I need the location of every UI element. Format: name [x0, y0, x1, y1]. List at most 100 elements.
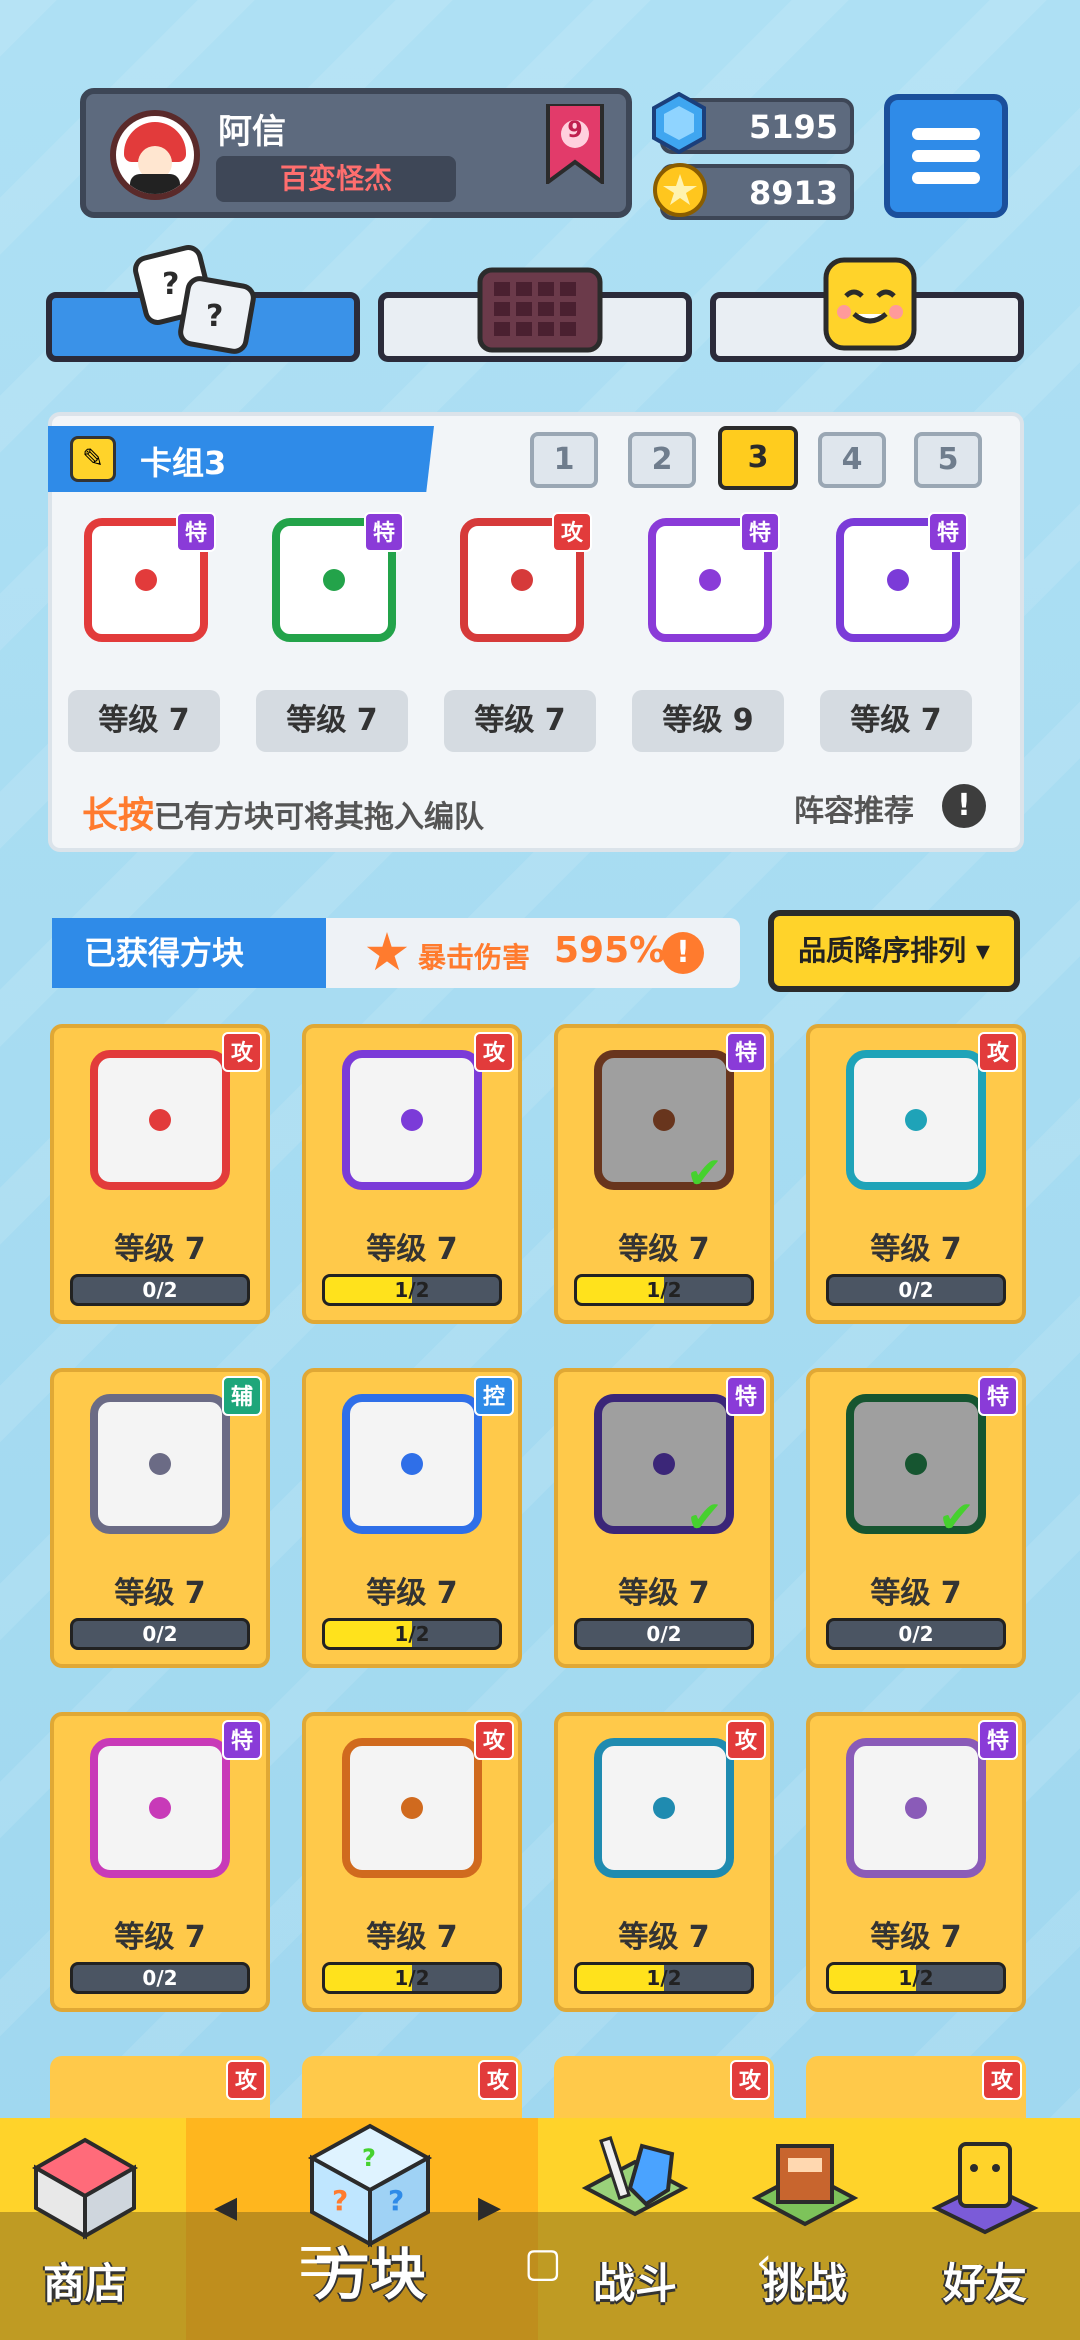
- pencil-icon[interactable]: ✎: [70, 436, 116, 482]
- progress-text: 0/2: [142, 1622, 178, 1646]
- block-card[interactable]: ✔ 特等级 7 1/2: [554, 1024, 774, 1324]
- block-level: 等级 7: [870, 1920, 962, 1955]
- upgrade-progress-bar: 0/2: [70, 1618, 250, 1650]
- nav-blocks-label: 方块: [314, 2243, 426, 2308]
- progress-text: 0/2: [898, 1278, 934, 1302]
- rank-number: 9: [567, 118, 583, 143]
- progress-text: 0/2: [898, 1622, 934, 1646]
- info-icon[interactable]: !: [942, 784, 986, 828]
- deck-card-level: 等级 9: [632, 690, 784, 752]
- sort-dropdown[interactable]: 品质降序排列 ▾: [768, 910, 1020, 992]
- nav-blocks[interactable]: ? ? ? 方块: [250, 2118, 490, 2340]
- smile-face-icon: [823, 257, 917, 351]
- block-card-partial[interactable]: 攻: [302, 2056, 522, 2118]
- block-card[interactable]: 特等级 7 1/2: [806, 1712, 1026, 2012]
- type-tag: 攻: [474, 1032, 514, 1072]
- nav-left-arrow-icon[interactable]: ◀: [214, 2190, 237, 2225]
- block-card[interactable]: 辅等级 7 0/2: [50, 1368, 270, 1668]
- block-card[interactable]: 攻等级 7 0/2: [806, 1024, 1026, 1324]
- crit-info-icon[interactable]: !: [662, 932, 704, 974]
- deck-number-2[interactable]: 2: [628, 432, 696, 488]
- crit-label: 暴击伤害: [418, 941, 531, 974]
- type-tag: 控: [474, 1376, 514, 1416]
- nav-battle[interactable]: 战斗: [560, 2118, 710, 2340]
- block-card[interactable]: 攻等级 7 1/2: [554, 1712, 774, 2012]
- coins-value: 8913: [748, 174, 838, 212]
- type-tag: 特: [222, 1720, 262, 1760]
- block-tile: [846, 1050, 986, 1190]
- type-tag: 攻: [552, 512, 592, 552]
- gem-icon: [652, 92, 706, 154]
- crit-damage-panel[interactable]: 暴击伤害 595% !: [326, 918, 740, 988]
- block-card[interactable]: 控等级 7 1/2: [302, 1368, 522, 1668]
- deck-number-4[interactable]: 4: [818, 432, 886, 488]
- block-card[interactable]: 特等级 7 0/2: [50, 1712, 270, 2012]
- type-tag: 特: [176, 512, 216, 552]
- upgrade-progress-bar: 1/2: [322, 1618, 502, 1650]
- player-name: 阿信: [218, 112, 286, 152]
- block-core-icon: [905, 1797, 927, 1819]
- menu-button[interactable]: [884, 94, 1008, 218]
- block-tile: [342, 1738, 482, 1878]
- type-tag: 攻: [730, 2060, 770, 2100]
- nav-shop-label: 商店: [42, 2259, 127, 2308]
- sword-shield-icon: [581, 2136, 689, 2217]
- system-home-icon[interactable]: ▢: [524, 2240, 562, 2286]
- system-back-icon[interactable]: ‹: [756, 2240, 772, 2286]
- nav-right-arrow-icon[interactable]: ▶: [478, 2190, 501, 2225]
- block-card[interactable]: 攻等级 7 1/2: [302, 1024, 522, 1324]
- progress-text: 1/2: [646, 1966, 682, 1990]
- upgrade-progress-bar: 0/2: [70, 1274, 250, 1306]
- deck-number-5[interactable]: 5: [914, 432, 982, 488]
- ribbon-icon: [546, 102, 604, 186]
- block-level: 等级 7: [114, 1920, 206, 1955]
- crit-value: 595%: [554, 930, 666, 971]
- block-core-icon: [401, 1453, 423, 1475]
- block-core-icon: [323, 569, 345, 591]
- block-card[interactable]: ✔ 特等级 7 0/2: [554, 1368, 774, 1668]
- type-tag: 特: [726, 1032, 766, 1072]
- type-tag: 攻: [222, 1032, 262, 1072]
- deck-number-3[interactable]: 3: [718, 426, 798, 490]
- progress-text: 1/2: [898, 1966, 934, 1990]
- type-tag: 特: [364, 512, 404, 552]
- upgrade-progress-bar: 1/2: [322, 1962, 502, 1994]
- deck-title-bar[interactable]: ✎ 卡组3: [48, 426, 434, 492]
- block-tile: [342, 1394, 482, 1534]
- system-menu-icon[interactable]: ☰: [298, 2240, 334, 2286]
- block-card-partial[interactable]: 攻: [554, 2056, 774, 2118]
- progress-text: 1/2: [646, 1278, 682, 1302]
- block-level: 等级 7: [618, 1920, 710, 1955]
- deck-number-1[interactable]: 1: [530, 432, 598, 488]
- block-card-partial[interactable]: 攻: [806, 2056, 1026, 2118]
- nav-friends[interactable]: 好友: [900, 2118, 1070, 2340]
- profile-panel[interactable]: 阿信 百变怪杰 9: [80, 88, 632, 218]
- block-core-icon: [149, 1109, 171, 1131]
- deck-card[interactable]: 特: [822, 500, 972, 650]
- type-tag: 攻: [474, 1720, 514, 1760]
- lineup-recommend-label[interactable]: 阵容推荐: [794, 786, 914, 830]
- block-tile: [90, 1394, 230, 1534]
- block-core-icon: [699, 569, 721, 591]
- deck-card[interactable]: 特: [70, 500, 220, 650]
- block-card[interactable]: ✔ 特等级 7 0/2: [806, 1368, 1026, 1668]
- block-card[interactable]: 攻等级 7 1/2: [302, 1712, 522, 2012]
- dice-icon: ? ?: [133, 245, 256, 354]
- deck-card[interactable]: 攻: [446, 500, 596, 650]
- block-card-partial[interactable]: 攻: [50, 2056, 270, 2118]
- block-tile: [846, 1738, 986, 1878]
- block-card[interactable]: 攻等级 7 0/2: [50, 1024, 270, 1324]
- block-level: 等级 7: [366, 1232, 458, 1267]
- type-tag: 攻: [478, 2060, 518, 2100]
- svg-text:?: ?: [362, 2144, 376, 2172]
- deck-card[interactable]: 特: [258, 500, 408, 650]
- nav-challenge[interactable]: 挑战: [730, 2118, 880, 2340]
- upgrade-progress-bar: 0/2: [826, 1274, 1006, 1306]
- type-tag: 特: [740, 512, 780, 552]
- deck-card[interactable]: 特: [634, 500, 784, 650]
- burst-icon: [366, 932, 408, 971]
- avatar[interactable]: [110, 110, 200, 200]
- upgrade-progress-bar: 1/2: [574, 1962, 754, 1994]
- nav-shop[interactable]: 商店: [0, 2118, 170, 2340]
- board-icon: [477, 267, 603, 353]
